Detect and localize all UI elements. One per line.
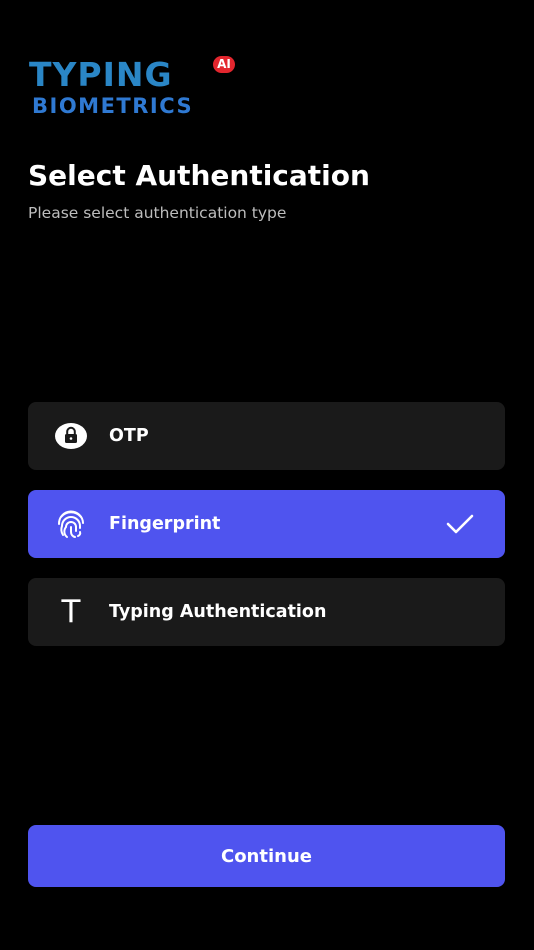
app-logo: TYPING AI BIOMETRICS [29, 56, 241, 122]
lock-icon [54, 420, 88, 452]
option-otp[interactable]: OTP [28, 402, 505, 470]
logo-text-biometrics: BIOMETRICS [32, 94, 194, 118]
continue-button[interactable]: Continue [28, 825, 505, 887]
option-fingerprint-label: Fingerprint [109, 514, 221, 534]
page-title: Select Authentication [28, 159, 370, 192]
fingerprint-icon [54, 508, 88, 540]
option-fingerprint[interactable]: Fingerprint [28, 490, 505, 558]
page-subtitle: Please select authentication type [28, 204, 287, 222]
logo-text-typing: TYPING [29, 55, 173, 94]
option-otp-label: OTP [109, 426, 149, 446]
option-typing-authentication[interactable]: T Typing Authentication [28, 578, 505, 646]
logo-ai-badge: AI [213, 56, 235, 73]
checkmark-icon [445, 511, 475, 537]
option-typing-label: Typing Authentication [109, 602, 327, 622]
text-t-icon: T [61, 594, 81, 630]
